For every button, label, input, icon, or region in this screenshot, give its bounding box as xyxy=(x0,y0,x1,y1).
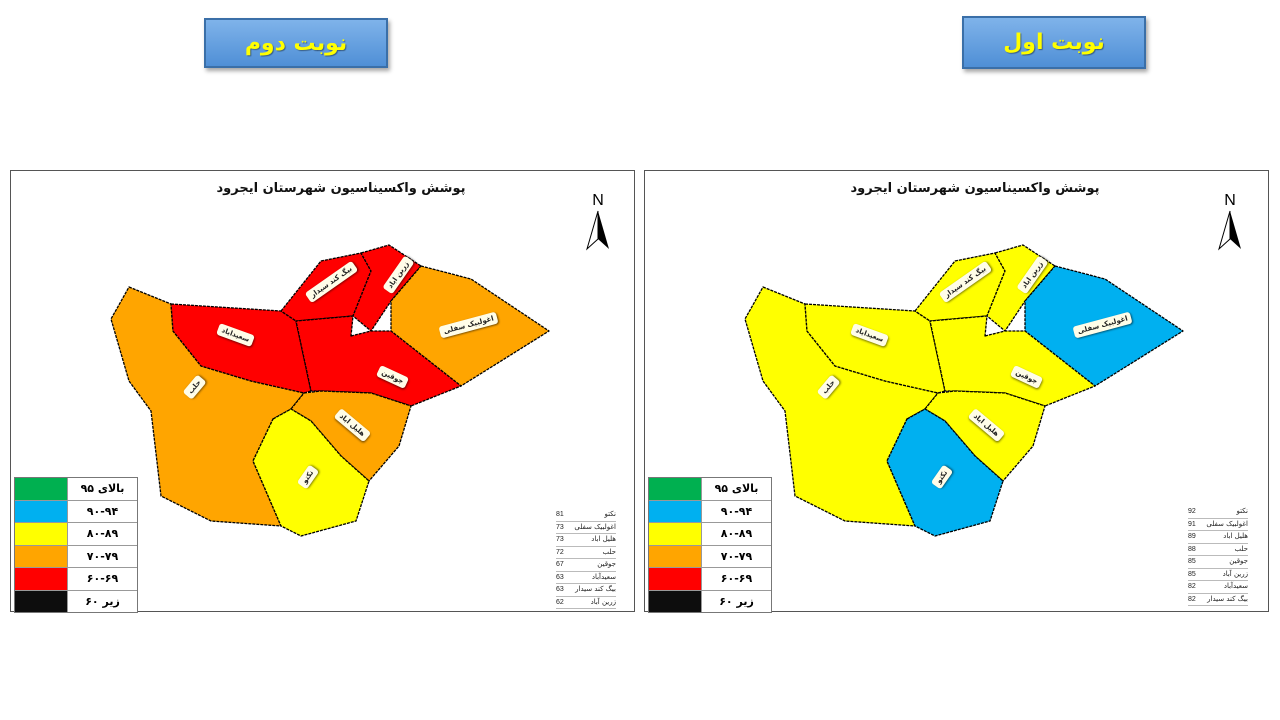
legend-label: ۶۰-۶۹ xyxy=(720,572,753,585)
ranking-value: 82 xyxy=(1188,583,1196,590)
first-round-button[interactable]: نوبت اول xyxy=(962,16,1146,69)
ranking-name: سعیدآباد xyxy=(1223,582,1248,590)
legend: بالای ۹۵ ۹۰-۹۴ ۸۰-۸۹ ۷۰-۷۹ ۶۰-۶۹ زیر ۶۰ xyxy=(648,477,772,613)
legend-label: ۷۰-۷۹ xyxy=(720,549,753,563)
legend: بالای ۹۵ ۹۰-۹۴ ۸۰-۸۹ ۷۰-۷۹ ۶۰-۶۹ زیر ۶۰ xyxy=(14,477,138,613)
legend-label: زیر ۶۰ xyxy=(719,594,754,608)
ranking-row: 63 سعیدآباد xyxy=(556,572,616,584)
ranking-name: اغولبیک سفلی xyxy=(1206,519,1248,528)
legend-swatch xyxy=(649,590,702,612)
ranking-value: 88 xyxy=(1188,545,1196,553)
legend-label: ۷۰-۷۹ xyxy=(86,549,119,563)
legend-row: ۸۰-۸۹ xyxy=(649,522,771,545)
legend-label: ۹۰-۹۴ xyxy=(720,504,753,518)
ranking-name: نکتو xyxy=(604,510,616,518)
ranking-name: حلب xyxy=(602,547,616,556)
ranking-value: 73 xyxy=(556,536,564,543)
legend-row: بالای ۹۵ xyxy=(15,478,137,500)
legend-row: ۹۰-۹۴ xyxy=(649,499,771,522)
ranking-name: اغولبیک سفلی xyxy=(574,522,616,531)
legend-swatch xyxy=(15,590,68,612)
legend-row: ۶۰-۶۹ xyxy=(15,567,137,590)
north-letter: N xyxy=(1224,192,1236,209)
legend-label: ۹۰-۹۴ xyxy=(86,504,119,518)
ranking-value: 63 xyxy=(556,586,564,593)
ranking-value: 67 xyxy=(556,561,564,568)
ranking-value: 73 xyxy=(556,523,564,531)
ranking-row: 62 زرین آباد xyxy=(556,597,616,609)
ranking-row: 81 نکتو xyxy=(556,509,616,522)
legend-row: زیر ۶۰ xyxy=(15,589,137,612)
legend-label: بالای ۹۵ xyxy=(80,482,125,495)
legend-label: ۸۰-۸۹ xyxy=(720,527,753,540)
ranking-row: 73 اغولبیک سفلی xyxy=(556,522,616,534)
ranking-value: 91 xyxy=(1188,520,1196,528)
legend-row: ۹۰-۹۴ xyxy=(15,499,137,522)
ranking-value: 81 xyxy=(556,511,564,518)
legend-swatch xyxy=(15,568,68,590)
legend-row: بالای ۹۵ xyxy=(649,478,771,500)
legend-row: زیر ۶۰ xyxy=(649,589,771,612)
ranking-table: 81 نکتو 73 اغولبیک سفلی 73 هلیل اباد 72 حلب 67 جو… xyxy=(556,509,616,609)
north-arrow-icon: N xyxy=(583,193,613,255)
ranking-row: 85 زرین آباد xyxy=(1188,569,1248,581)
ranking-row: 82 بیگ کند سیدار xyxy=(1188,594,1248,606)
ranking-value: 92 xyxy=(1188,508,1196,515)
north-letter: N xyxy=(592,192,604,209)
ranking-value: 85 xyxy=(1188,570,1196,578)
second-round-button[interactable]: نوبت دوم xyxy=(204,18,388,68)
ranking-row: 72 حلب xyxy=(556,547,616,559)
first-round-map-panel: پوشش واکسیناسیون شهرستان ایجرود N بالای … xyxy=(644,170,1269,613)
legend-swatch xyxy=(649,568,702,590)
legend-swatch xyxy=(649,500,702,522)
ranking-row: 88 حلب xyxy=(1188,544,1248,556)
ranking-row: 85 جوقین xyxy=(1188,556,1248,569)
ranking-name: نکتو xyxy=(1236,507,1248,515)
ranking-row: 92 نکتو xyxy=(1188,506,1248,519)
legend-swatch xyxy=(15,545,68,567)
legend-label: ۶۰-۶۹ xyxy=(86,572,119,585)
ranking-row: 89 هلیل اباد xyxy=(1188,531,1248,544)
ranking-name: بیگ کند سیدار xyxy=(1207,594,1248,603)
ranking-name: حلب xyxy=(1234,544,1248,553)
ranking-name: زرین آباد xyxy=(590,597,616,606)
ranking-row: 82 سعیدآباد xyxy=(1188,581,1248,594)
second-round-map-panel: پوشش واکسیناسیون شهرستان ایجرود N بالای … xyxy=(10,170,635,613)
ranking-value: 89 xyxy=(1188,533,1196,540)
ranking-name: بیگ کند سیدار xyxy=(575,585,616,593)
ranking-value: 63 xyxy=(556,573,564,581)
ranking-row: 63 بیگ کند سیدار xyxy=(556,584,616,597)
ranking-name: هلیل اباد xyxy=(591,535,616,543)
ranking-row: 73 هلیل اباد xyxy=(556,534,616,547)
north-arrow-icon: N xyxy=(1215,193,1245,255)
ranking-value: 62 xyxy=(556,598,564,606)
legend-label: زیر ۶۰ xyxy=(85,594,120,608)
legend-swatch xyxy=(15,523,68,545)
legend-swatch xyxy=(15,478,68,500)
legend-row: ۶۰-۶۹ xyxy=(649,567,771,590)
ranking-row: 91 اغولبیک سفلی xyxy=(1188,519,1248,531)
ranking-row: 67 جوقین xyxy=(556,559,616,572)
legend-label: ۸۰-۸۹ xyxy=(86,527,119,540)
ranking-name: زرین آباد xyxy=(1222,569,1248,578)
legend-swatch xyxy=(649,545,702,567)
ranking-name: جوقین xyxy=(597,560,616,568)
ranking-table: 92 نکتو 91 اغولبیک سفلی 89 هلیل اباد 88 حلب 85 جو… xyxy=(1188,506,1248,606)
ranking-name: هلیل اباد xyxy=(1223,532,1248,540)
ranking-value: 82 xyxy=(1188,595,1196,603)
legend-row: ۷۰-۷۹ xyxy=(649,544,771,567)
ranking-name: جوقین xyxy=(1229,557,1248,565)
legend-row: ۷۰-۷۹ xyxy=(15,544,137,567)
legend-label: بالای ۹۵ xyxy=(714,482,759,495)
legend-swatch xyxy=(649,478,702,500)
legend-swatch xyxy=(15,500,68,522)
legend-row: ۸۰-۸۹ xyxy=(15,522,137,545)
legend-swatch xyxy=(649,523,702,545)
ranking-value: 85 xyxy=(1188,558,1196,565)
ranking-value: 72 xyxy=(556,548,564,556)
ranking-name: سعیدآباد xyxy=(591,572,616,581)
